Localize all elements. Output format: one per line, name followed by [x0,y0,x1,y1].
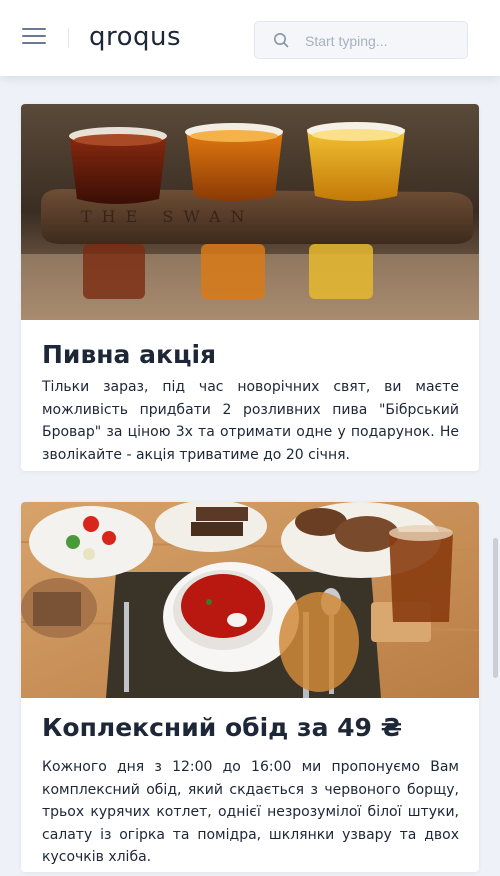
search-box[interactable] [254,21,468,59]
search-icon [274,33,289,48]
menu-icon[interactable] [22,28,46,48]
beer-flight-image: THE SWAN [21,104,479,320]
post-card[interactable]: Коплексний обід за 49 ₴ Кожного дня з 12… [21,502,479,872]
post-title[interactable]: Коплексний обід за 49 ₴ [42,713,402,742]
post-text: Тільки зараз, під час новорічних свят, в… [42,379,459,463]
post-title[interactable]: Пивна акція [42,340,216,369]
search-input[interactable] [303,30,457,52]
header-divider [68,28,69,48]
scrollbar-thumb[interactable] [493,538,498,678]
post-text: Кожного дня з 12:00 до 16:00 ми пропонує… [42,759,459,865]
lunch-table-image [21,502,479,698]
logo[interactable]: qroqus [89,22,181,52]
post-card[interactable]: THE SWAN Пивна акція Тільки зараз, під ч… [21,104,479,471]
board-engraving: THE SWAN [81,207,255,226]
top-bar: qroqus [0,0,500,76]
